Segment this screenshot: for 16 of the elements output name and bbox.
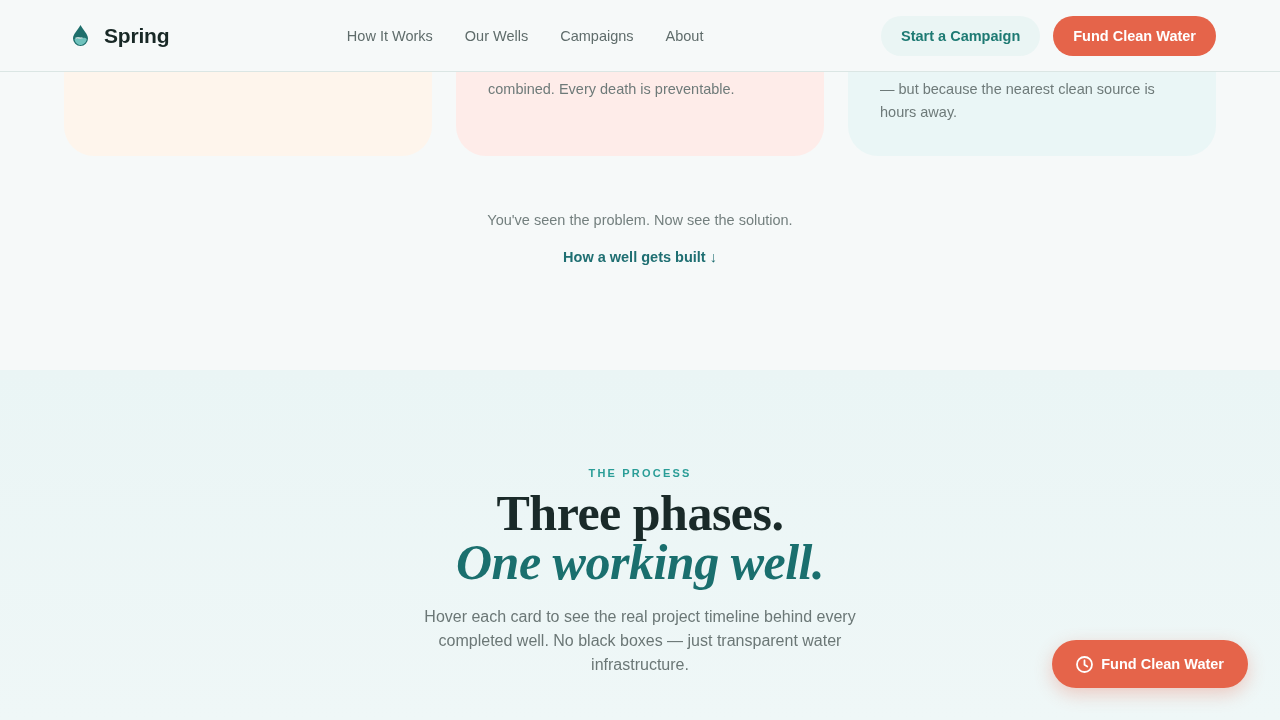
section-description: Hover each card to see the real project timeline behind every completed well. No black boxes — just transparent water infrastructure. — [423, 607, 857, 675]
water-drop-icon — [72, 25, 89, 46]
fund-button[interactable]: Fund Clean Water — [1053, 15, 1216, 56]
nav-link[interactable]: About — [665, 27, 704, 44]
scroll-link[interactable]: How a well gets built ↓ — [563, 249, 717, 265]
clock-icon — [1076, 655, 1094, 673]
brand-name[interactable]: Spring — [104, 23, 170, 48]
campaign-button[interactable]: Start a Campaign — [881, 15, 1041, 56]
nav-link[interactable]: Our Wells — [464, 27, 529, 44]
floating-fund-button[interactable]: Fund Clean Water — [1052, 640, 1248, 688]
transition-text: You've seen the problem. Now see the solution. — [487, 212, 793, 228]
nav-link[interactable]: Campaigns — [560, 27, 634, 44]
card-text: — but because the nearest clean source is hours away. — [880, 80, 1156, 122]
section-eyebrow: THE PROCESS — [588, 467, 692, 479]
card-text: combined. Every death is preventable. — [488, 80, 736, 99]
nav-link[interactable]: How It Works — [346, 27, 433, 44]
